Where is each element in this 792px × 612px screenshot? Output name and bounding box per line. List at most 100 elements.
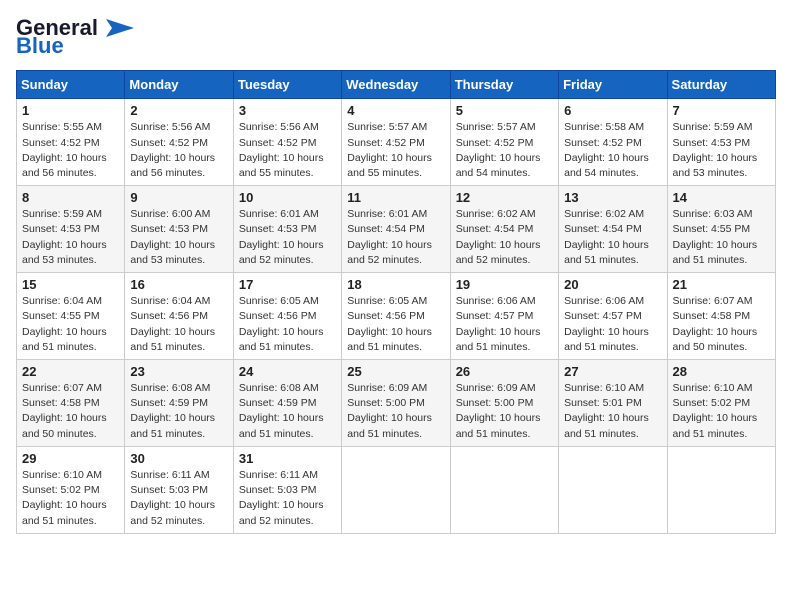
day-cell-15: 15 Sunrise: 6:04 AM Sunset: 4:55 PM Dayli…: [17, 273, 125, 360]
day-detail: Sunrise: 6:07 AM Sunset: 4:58 PM Dayligh…: [22, 381, 119, 442]
day-number: 8: [22, 190, 119, 205]
day-detail: Sunrise: 6:10 AM Sunset: 5:02 PM Dayligh…: [22, 468, 119, 529]
day-cell-11: 11 Sunrise: 6:01 AM Sunset: 4:54 PM Dayli…: [342, 186, 450, 273]
day-cell-25: 25 Sunrise: 6:09 AM Sunset: 5:00 PM Dayli…: [342, 360, 450, 447]
week-row-4: 22 Sunrise: 6:07 AM Sunset: 4:58 PM Dayli…: [17, 360, 776, 447]
day-number: 3: [239, 103, 336, 118]
day-number: 9: [130, 190, 227, 205]
day-cell-24: 24 Sunrise: 6:08 AM Sunset: 4:59 PM Dayli…: [233, 360, 341, 447]
day-cell-28: 28 Sunrise: 6:10 AM Sunset: 5:02 PM Dayli…: [667, 360, 775, 447]
day-detail: Sunrise: 6:11 AM Sunset: 5:03 PM Dayligh…: [239, 468, 336, 529]
day-detail: Sunrise: 5:56 AM Sunset: 4:52 PM Dayligh…: [130, 120, 227, 181]
day-detail: Sunrise: 6:09 AM Sunset: 5:00 PM Dayligh…: [456, 381, 553, 442]
day-cell-20: 20Sunrise: 6:06 AM Sunset: 4:57 PM Dayli…: [559, 273, 667, 360]
day-number: 22: [22, 364, 119, 379]
day-number: 28: [673, 364, 770, 379]
logo: General Blue: [16, 16, 134, 58]
day-detail: Sunrise: 6:08 AM Sunset: 4:59 PM Dayligh…: [130, 381, 227, 442]
column-header-friday: Friday: [559, 71, 667, 99]
day-cell-19: 19 Sunrise: 6:06 AM Sunset: 4:57 PM Dayli…: [450, 273, 558, 360]
day-detail: Sunrise: 5:58 AM Sunset: 4:52 PM Dayligh…: [564, 120, 661, 181]
day-number: 5: [456, 103, 553, 118]
day-number: 2: [130, 103, 227, 118]
column-header-sunday: Sunday: [17, 71, 125, 99]
day-cell-13: 13Sunrise: 6:02 AM Sunset: 4:54 PM Dayli…: [559, 186, 667, 273]
day-cell-17: 17 Sunrise: 6:05 AM Sunset: 4:56 PM Dayli…: [233, 273, 341, 360]
day-cell-5: 5Sunrise: 5:57 AM Sunset: 4:52 PM Daylig…: [450, 99, 558, 186]
page-header: General Blue: [16, 16, 776, 58]
day-detail: Sunrise: 6:11 AM Sunset: 5:03 PM Dayligh…: [130, 468, 227, 529]
day-detail: Sunrise: 6:05 AM Sunset: 4:56 PM Dayligh…: [239, 294, 336, 355]
day-cell-26: 26 Sunrise: 6:09 AM Sunset: 5:00 PM Dayli…: [450, 360, 558, 447]
day-detail: Sunrise: 5:55 AM Sunset: 4:52 PM Dayligh…: [22, 120, 119, 181]
day-number: 21: [673, 277, 770, 292]
day-cell-30: 30 Sunrise: 6:11 AM Sunset: 5:03 PM Dayli…: [125, 446, 233, 533]
calendar-table: SundayMondayTuesdayWednesdayThursdayFrid…: [16, 70, 776, 533]
week-row-5: 29 Sunrise: 6:10 AM Sunset: 5:02 PM Dayli…: [17, 446, 776, 533]
day-number: 11: [347, 190, 444, 205]
day-number: 24: [239, 364, 336, 379]
day-detail: Sunrise: 5:57 AM Sunset: 4:52 PM Dayligh…: [347, 120, 444, 181]
day-detail: Sunrise: 6:01 AM Sunset: 4:54 PM Dayligh…: [347, 207, 444, 268]
day-cell-14: 14 Sunrise: 6:03 AM Sunset: 4:55 PM Dayli…: [667, 186, 775, 273]
day-number: 17: [239, 277, 336, 292]
day-detail: Sunrise: 6:09 AM Sunset: 5:00 PM Dayligh…: [347, 381, 444, 442]
day-cell-6: 6 Sunrise: 5:58 AM Sunset: 4:52 PM Daylig…: [559, 99, 667, 186]
day-cell-27: 27 Sunrise: 6:10 AM Sunset: 5:01 PM Dayli…: [559, 360, 667, 447]
day-cell-10: 10Sunrise: 6:01 AM Sunset: 4:53 PM Dayli…: [233, 186, 341, 273]
logo-blue-text: Blue: [16, 34, 64, 58]
day-number: 20: [564, 277, 661, 292]
day-cell-9: 9 Sunrise: 6:00 AM Sunset: 4:53 PM Daylig…: [125, 186, 233, 273]
day-detail: Sunrise: 6:04 AM Sunset: 4:56 PM Dayligh…: [130, 294, 227, 355]
day-number: 7: [673, 103, 770, 118]
day-detail: Sunrise: 6:08 AM Sunset: 4:59 PM Dayligh…: [239, 381, 336, 442]
day-number: 23: [130, 364, 227, 379]
day-cell-12: 12 Sunrise: 6:02 AM Sunset: 4:54 PM Dayli…: [450, 186, 558, 273]
empty-cell: [559, 446, 667, 533]
day-number: 19: [456, 277, 553, 292]
day-detail: Sunrise: 6:10 AM Sunset: 5:01 PM Dayligh…: [564, 381, 661, 442]
week-row-2: 8Sunrise: 5:59 AM Sunset: 4:53 PM Daylig…: [17, 186, 776, 273]
day-cell-3: 3 Sunrise: 5:56 AM Sunset: 4:52 PM Daylig…: [233, 99, 341, 186]
day-cell-8: 8Sunrise: 5:59 AM Sunset: 4:53 PM Daylig…: [17, 186, 125, 273]
day-detail: Sunrise: 6:02 AM Sunset: 4:54 PM Dayligh…: [456, 207, 553, 268]
week-row-3: 15 Sunrise: 6:04 AM Sunset: 4:55 PM Dayli…: [17, 273, 776, 360]
day-detail: Sunrise: 6:03 AM Sunset: 4:55 PM Dayligh…: [673, 207, 770, 268]
week-row-1: 1 Sunrise: 5:55 AM Sunset: 4:52 PM Daylig…: [17, 99, 776, 186]
column-header-thursday: Thursday: [450, 71, 558, 99]
day-number: 6: [564, 103, 661, 118]
day-cell-22: 22 Sunrise: 6:07 AM Sunset: 4:58 PM Dayli…: [17, 360, 125, 447]
empty-cell: [667, 446, 775, 533]
day-number: 30: [130, 451, 227, 466]
day-detail: Sunrise: 6:05 AM Sunset: 4:56 PM Dayligh…: [347, 294, 444, 355]
day-detail: Sunrise: 6:00 AM Sunset: 4:53 PM Dayligh…: [130, 207, 227, 268]
day-number: 12: [456, 190, 553, 205]
empty-cell: [342, 446, 450, 533]
column-header-monday: Monday: [125, 71, 233, 99]
day-detail: Sunrise: 6:04 AM Sunset: 4:55 PM Dayligh…: [22, 294, 119, 355]
day-number: 26: [456, 364, 553, 379]
day-number: 16: [130, 277, 227, 292]
day-number: 25: [347, 364, 444, 379]
day-cell-4: 4Sunrise: 5:57 AM Sunset: 4:52 PM Daylig…: [342, 99, 450, 186]
day-number: 29: [22, 451, 119, 466]
day-cell-16: 16 Sunrise: 6:04 AM Sunset: 4:56 PM Dayli…: [125, 273, 233, 360]
day-detail: Sunrise: 6:02 AM Sunset: 4:54 PM Dayligh…: [564, 207, 661, 268]
day-number: 1: [22, 103, 119, 118]
day-cell-23: 23 Sunrise: 6:08 AM Sunset: 4:59 PM Dayli…: [125, 360, 233, 447]
day-cell-29: 29 Sunrise: 6:10 AM Sunset: 5:02 PM Dayli…: [17, 446, 125, 533]
day-number: 14: [673, 190, 770, 205]
day-detail: Sunrise: 5:56 AM Sunset: 4:52 PM Dayligh…: [239, 120, 336, 181]
day-cell-2: 2 Sunrise: 5:56 AM Sunset: 4:52 PM Daylig…: [125, 99, 233, 186]
day-number: 31: [239, 451, 336, 466]
day-detail: Sunrise: 6:07 AM Sunset: 4:58 PM Dayligh…: [673, 294, 770, 355]
day-number: 15: [22, 277, 119, 292]
logo-arrow-icon: [98, 17, 134, 39]
day-detail: Sunrise: 6:10 AM Sunset: 5:02 PM Dayligh…: [673, 381, 770, 442]
day-number: 27: [564, 364, 661, 379]
day-detail: Sunrise: 6:06 AM Sunset: 4:57 PM Dayligh…: [456, 294, 553, 355]
day-number: 10: [239, 190, 336, 205]
empty-cell: [450, 446, 558, 533]
day-number: 18: [347, 277, 444, 292]
day-cell-18: 18 Sunrise: 6:05 AM Sunset: 4:56 PM Dayli…: [342, 273, 450, 360]
